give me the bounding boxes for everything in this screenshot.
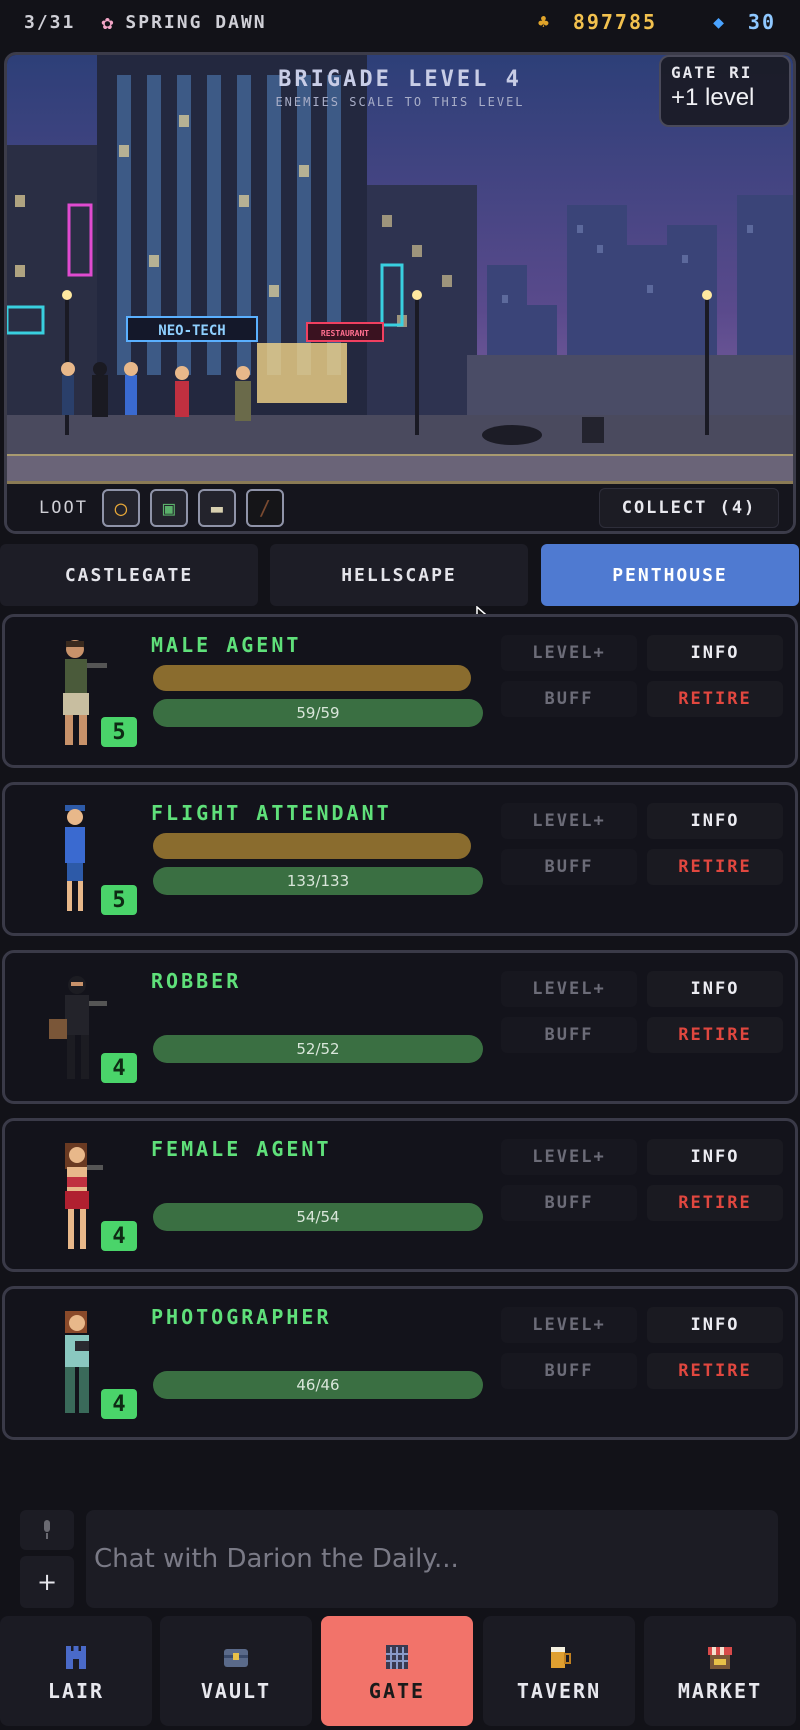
castle-icon xyxy=(66,1646,86,1669)
gold-amount: 897785 xyxy=(572,10,658,34)
info-button[interactable]: INFO xyxy=(647,971,783,1007)
nav-vault[interactable]: VAULT xyxy=(160,1616,312,1726)
chest-icon xyxy=(224,1649,248,1667)
nav-market[interactable]: MARKET xyxy=(644,1616,796,1726)
hero-name: FLIGHT ATTENDANT xyxy=(151,801,392,825)
collect-button[interactable]: COLLECT (4) xyxy=(599,488,779,528)
hero-card-male-agent: 5 MALE AGENT 59/59 LEVEL+ INFO BUFF RETI… xyxy=(2,614,798,768)
season-label: SPRING DAWN xyxy=(125,11,267,33)
retire-button[interactable]: RETIRE xyxy=(647,1353,783,1389)
nav-label: GATE xyxy=(368,1679,426,1703)
hero-hp-bar: 133/133 xyxy=(153,867,483,895)
add-attachment-button[interactable]: + xyxy=(20,1556,74,1608)
loot-slot-stick[interactable]: / xyxy=(245,488,284,527)
level-up-button[interactable]: LEVEL+ xyxy=(501,1139,637,1175)
hero-card-photographer: 4 PHOTOGRAPHER 46/46 LEVEL+ INFO BUFF RE… xyxy=(2,1286,798,1440)
level-up-button[interactable]: LEVEL+ xyxy=(501,635,637,671)
microphone-icon xyxy=(44,1520,50,1539)
day-counter: 3/31 xyxy=(24,11,76,33)
info-button[interactable]: INFO xyxy=(647,635,783,671)
retire-button[interactable]: RETIRE xyxy=(647,1185,783,1221)
nav-label: MARKET xyxy=(677,1679,763,1703)
loot-slot-device[interactable]: ▣ xyxy=(149,488,188,527)
bottom-navigation: LAIR VAULT GATE TAVERN MARKET xyxy=(0,1616,800,1730)
loot-slot-ring[interactable]: ◯ xyxy=(101,488,140,527)
ring-icon: ◯ xyxy=(114,495,127,520)
info-button[interactable]: INFO xyxy=(647,1139,783,1175)
hero-level-badge: 5 xyxy=(101,885,137,915)
hero-name: MALE AGENT xyxy=(151,633,302,657)
hero-xp-bar xyxy=(153,665,471,691)
status-bar: 3/31 ✿ SPRING DAWN ♣ 897785 ◆ 30 xyxy=(0,0,800,44)
beer-icon xyxy=(551,1647,571,1668)
gate-reward-box: GATE RI +1 level xyxy=(659,55,791,127)
nav-label: VAULT xyxy=(200,1679,272,1703)
device-icon: ▣ xyxy=(162,495,175,520)
nav-lair[interactable]: LAIR xyxy=(0,1616,152,1726)
buff-button[interactable]: BUFF xyxy=(501,849,637,885)
retire-button[interactable]: RETIRE xyxy=(647,1017,783,1053)
info-button[interactable]: INFO xyxy=(647,1307,783,1343)
hero-hp-bar: 46/46 xyxy=(153,1371,483,1399)
retire-button[interactable]: RETIRE xyxy=(647,849,783,885)
hero-name: ROBBER xyxy=(151,969,242,993)
loot-bar: LOOT ◯ ▣ ▬ / COLLECT (4) xyxy=(7,481,793,531)
gem-icon: ◆ xyxy=(713,11,726,33)
loot-slot-cash[interactable]: ▬ xyxy=(197,488,236,527)
info-button[interactable]: INFO xyxy=(647,803,783,839)
coin-icon: ♣ xyxy=(537,11,551,33)
hero-hp-text: 46/46 xyxy=(296,1376,340,1394)
zone-tabs: CASTLEGATE HELLSCAPE PENTHOUSE xyxy=(0,544,800,606)
gate-reward-value: +1 level xyxy=(671,84,755,111)
hero-card-robber: 4 ROBBER 52/52 LEVEL+ INFO BUFF RETIRE xyxy=(2,950,798,1104)
stick-icon: / xyxy=(258,495,271,520)
hero-name: FEMALE AGENT xyxy=(151,1137,332,1161)
stall-icon xyxy=(708,1647,732,1669)
level-up-button[interactable]: LEVEL+ xyxy=(501,1307,637,1343)
gate-reward-label: GATE RI xyxy=(671,63,753,82)
microphone-button[interactable] xyxy=(20,1510,74,1550)
nav-gate[interactable]: GATE xyxy=(321,1616,473,1726)
gate-icon xyxy=(386,1645,408,1669)
hero-card-flight-attendant: 5 FLIGHT ATTENDANT 133/133 LEVEL+ INFO B… xyxy=(2,782,798,936)
hero-card-female-agent: 4 FEMALE AGENT 54/54 LEVEL+ INFO BUFF RE… xyxy=(2,1118,798,1272)
hero-level-badge: 4 xyxy=(101,1221,137,1251)
restaurant-sign: RESTAURANT xyxy=(321,329,369,338)
buff-button[interactable]: BUFF xyxy=(501,1017,637,1053)
chat-input[interactable] xyxy=(86,1510,778,1608)
hero-hp-bar: 54/54 xyxy=(153,1203,483,1231)
hero-level-badge: 5 xyxy=(101,717,137,747)
hero-hp-text: 59/59 xyxy=(296,704,340,722)
nav-tavern[interactable]: TAVERN xyxy=(483,1616,635,1726)
neotech-sign: NEO-TECH xyxy=(158,323,225,339)
nav-label: TAVERN xyxy=(516,1679,602,1703)
retire-button[interactable]: RETIRE xyxy=(647,681,783,717)
nav-label: LAIR xyxy=(47,1679,105,1703)
hero-hp-text: 133/133 xyxy=(286,872,350,890)
gem-amount: 30 xyxy=(747,10,776,34)
battle-scene-panel: NEO-TECH RESTAURANT BRIGADE LEVEL 4 ENEM… xyxy=(4,52,796,534)
hero-level-badge: 4 xyxy=(101,1053,137,1083)
hero-hp-bar: 59/59 xyxy=(153,699,483,727)
level-up-button[interactable]: LEVEL+ xyxy=(501,971,637,1007)
tab-hellscape[interactable]: HELLSCAPE xyxy=(270,544,528,606)
hero-hp-text: 52/52 xyxy=(296,1040,340,1058)
loot-label: LOOT xyxy=(39,497,88,518)
hero-hp-text: 54/54 xyxy=(296,1208,340,1226)
buff-button[interactable]: BUFF xyxy=(501,681,637,717)
buff-button[interactable]: BUFF xyxy=(501,1353,637,1389)
hero-level-badge: 4 xyxy=(101,1389,137,1419)
level-up-button[interactable]: LEVEL+ xyxy=(501,803,637,839)
cash-icon: ▬ xyxy=(210,495,223,520)
tab-castlegate[interactable]: CASTLEGATE xyxy=(0,544,258,606)
hero-hp-bar: 52/52 xyxy=(153,1035,483,1063)
tab-penthouse[interactable]: PENTHOUSE xyxy=(541,544,799,606)
buff-button[interactable]: BUFF xyxy=(501,1185,637,1221)
hero-xp-bar xyxy=(153,833,471,859)
flower-icon: ✿ xyxy=(101,10,116,34)
hero-name: PHOTOGRAPHER xyxy=(151,1305,332,1329)
